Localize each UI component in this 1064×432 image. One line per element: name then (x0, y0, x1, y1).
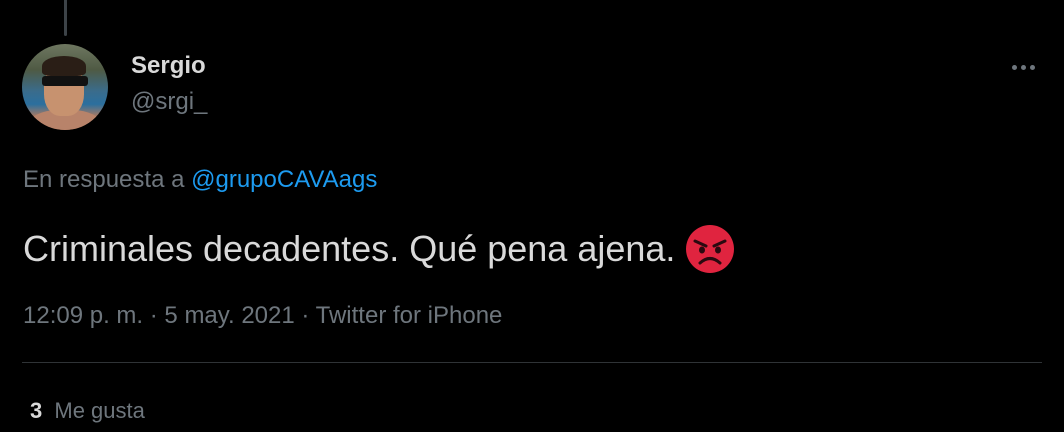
reply-to-link[interactable]: @grupoCAVAags (191, 166, 377, 193)
author-name[interactable]: Sergio (131, 52, 206, 80)
likes-stat[interactable]: 3 Me gusta (30, 398, 145, 424)
more-dot-icon (1011, 64, 1017, 70)
more-dot-icon (1029, 64, 1035, 70)
author-handle[interactable]: @srgi_ (131, 88, 207, 116)
tweet-date[interactable]: 5 may. 2021 (164, 302, 294, 329)
avatar-hair (42, 56, 86, 76)
meta-separator: · (301, 302, 310, 329)
reply-prefix: En respuesta a (23, 166, 185, 193)
more-options-button[interactable] (1006, 56, 1040, 78)
tweet-source[interactable]: Twitter for iPhone (316, 302, 503, 329)
reply-context: En respuesta a @grupoCAVAags (23, 166, 377, 194)
tweet-text: Criminales decadentes. Qué pena ajena. (23, 224, 735, 274)
more-dot-icon (1020, 64, 1026, 70)
divider (22, 362, 1042, 363)
likes-label: Me gusta (54, 398, 145, 423)
avatar[interactable] (22, 44, 108, 130)
likes-count: 3 (30, 398, 43, 423)
meta-separator: · (149, 302, 158, 329)
tweet-time[interactable]: 12:09 p. m. (23, 302, 143, 329)
thread-line (64, 0, 67, 36)
tweet-meta: 12:09 p. m. · 5 may. 2021 · Twitter for … (23, 302, 502, 330)
angry-face-icon (686, 225, 735, 273)
tweet-body: Criminales decadentes. Qué pena ajena. (23, 228, 676, 269)
avatar-sunglasses (42, 76, 88, 86)
